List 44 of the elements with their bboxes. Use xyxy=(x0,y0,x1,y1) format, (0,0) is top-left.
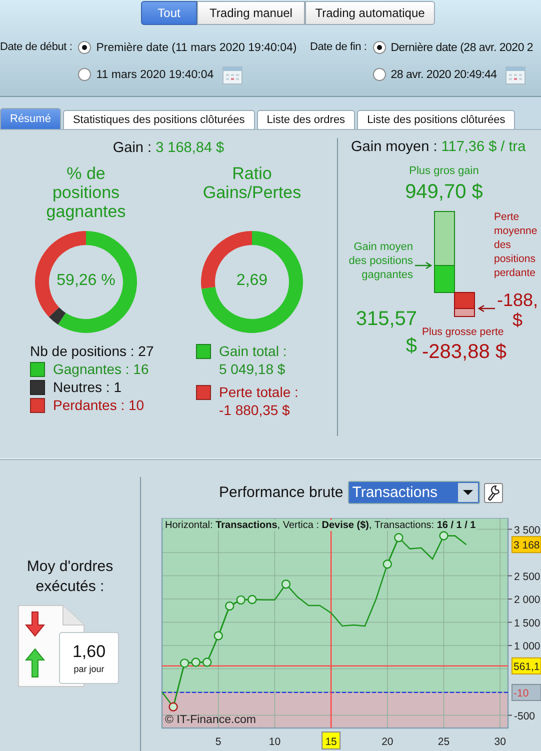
legend-label: Gain total : 5 049,18 $ xyxy=(219,342,287,378)
chart-credit: © IT-Finance.com xyxy=(165,714,256,726)
x-tick-label: 30 xyxy=(494,736,506,748)
average-win-label: Gain moyen des positions gagnantes xyxy=(348,240,413,282)
value-label: 3 168 xyxy=(512,536,541,554)
average-gain-text: Gain moyen : 117,36 $ / tra xyxy=(351,139,526,155)
ref-line-label: 561,1 xyxy=(514,660,540,673)
average-win-value: 315,57 $ xyxy=(354,307,417,359)
donut-value: 59,26 % xyxy=(56,272,116,290)
y-tick-label: 2 500 xyxy=(514,570,540,583)
date-label: Date de fin : xyxy=(310,40,367,54)
ref-line-label: -10 xyxy=(514,687,529,700)
x-tick-label: 25 xyxy=(438,736,450,748)
y-tick-label: 1 000 xyxy=(514,640,540,652)
orders-value: 1,60 xyxy=(72,642,106,662)
largest-gain-value: 949,70 $ xyxy=(404,181,484,204)
x-tick-label: 20 xyxy=(382,736,394,748)
orders-unit: par jour xyxy=(74,664,104,674)
chart-title: Ratio Gains/Pertes xyxy=(202,164,302,204)
legend-label: Perte totale : -1 880,35 $ xyxy=(219,383,298,419)
legend-label: Perdantes : 10 xyxy=(53,396,144,414)
orders-label: Moy d'ordres exécutés : xyxy=(26,557,114,597)
positions-count: Nb de positions : 27 xyxy=(30,342,154,360)
chart-title: % de positions gagnantes xyxy=(46,164,126,223)
value-label: 561,1 xyxy=(512,657,541,674)
average-loss-label: Perte moyenne des positions perdante xyxy=(494,210,538,280)
y-tick-label: 2 000 xyxy=(514,594,540,606)
legend-label: Gagnantes : 16 xyxy=(53,360,149,378)
chart-label: Performance brute xyxy=(219,484,344,501)
y-tick-label: 3 500 xyxy=(514,524,540,536)
chart-info: Horizontal: Transactions, Vertica : Devise ($), Transactions: 16 / 1 / 1 xyxy=(164,520,477,531)
cursor-label: 15 xyxy=(322,732,341,750)
x-tick-label: 15 xyxy=(325,736,338,748)
donut-value: 2,69 xyxy=(235,272,269,290)
y-tick-label: 1 500 xyxy=(514,617,540,630)
value-label: -10 xyxy=(512,684,541,701)
legend-label: Neutres : 1 xyxy=(53,378,122,396)
date-label: Date de début : xyxy=(0,40,72,54)
largest-loss-value: -283,88 $ xyxy=(422,341,507,364)
y-tick-label: -500 xyxy=(514,710,536,722)
x-tick-label: 10 xyxy=(268,736,281,748)
x-tick-label: 5 xyxy=(215,736,222,748)
largest-gain-label: Plus gros gain xyxy=(408,165,480,177)
gain-text: Gain : 3 168,84 $ xyxy=(112,140,226,156)
